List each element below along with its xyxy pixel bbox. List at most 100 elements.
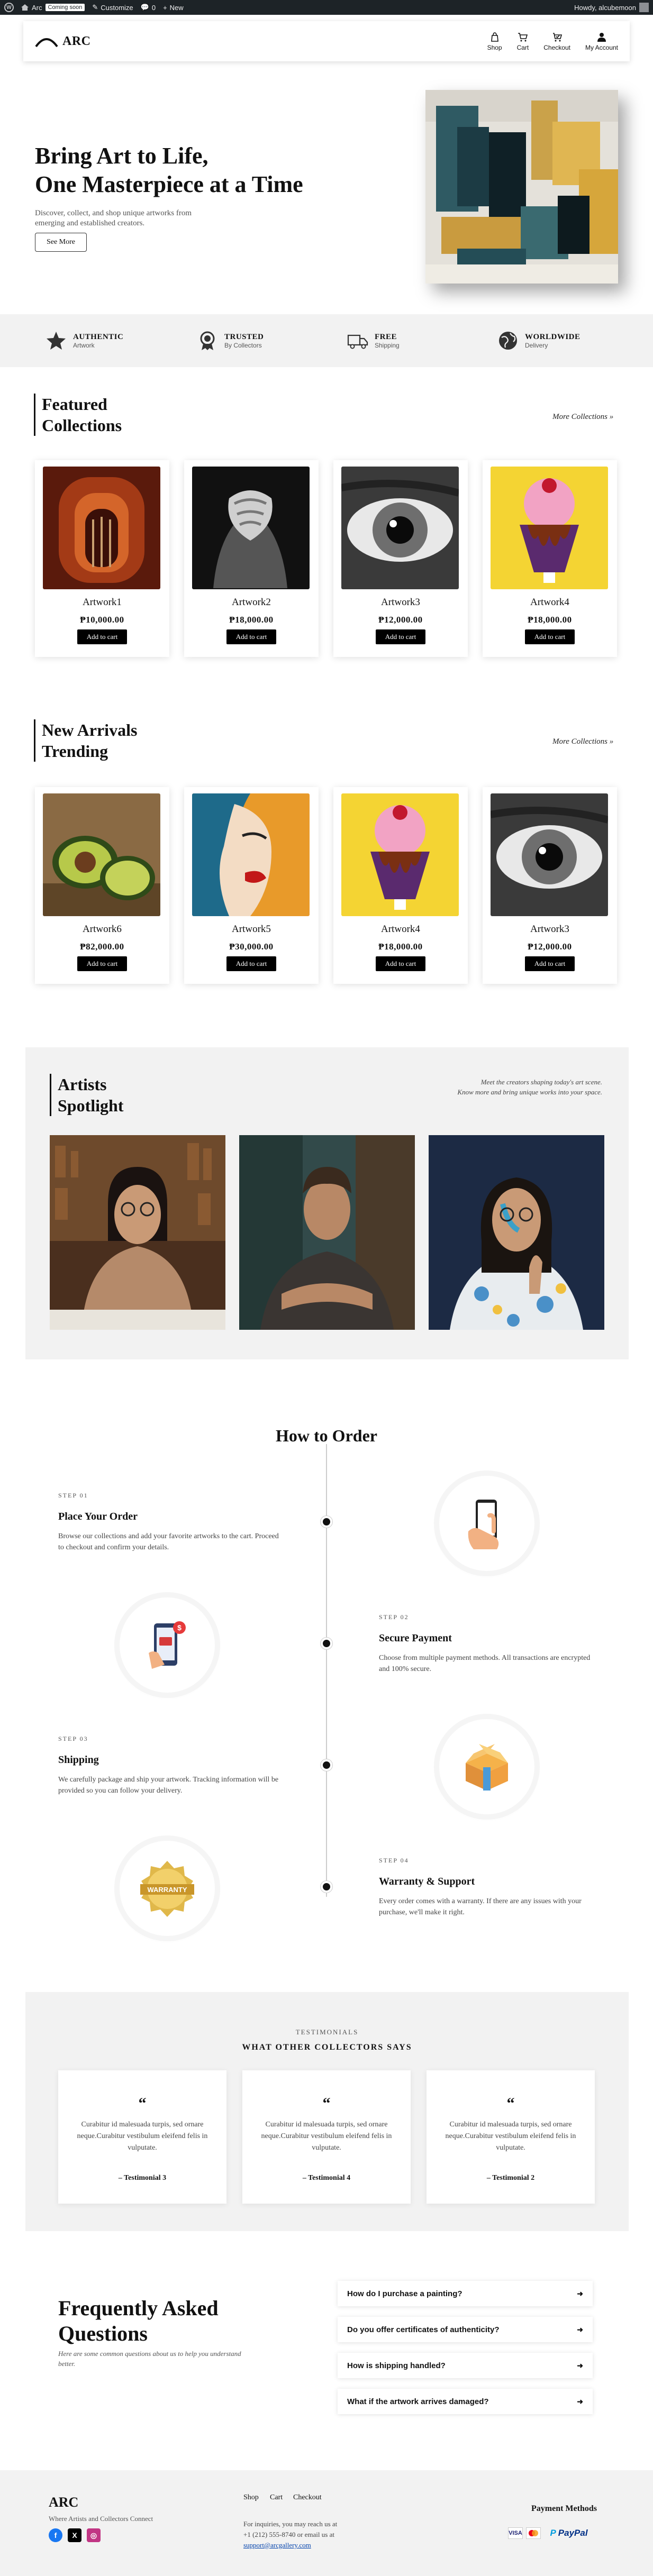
product-name[interactable]: Artwork2 [184, 597, 319, 608]
feature-subtitle: Shipping [375, 341, 400, 349]
faq-item[interactable]: Do you offer certificates of authenticit… [338, 2317, 593, 2342]
add-to-cart-button[interactable]: Add to cart [226, 956, 276, 971]
instagram-icon[interactable]: ◎ [87, 2528, 101, 2542]
product-price: ₱18,000.00 [528, 615, 572, 625]
product-card[interactable]: Artwork4 ₱18,000.00 Add to cart [483, 460, 617, 657]
product-card[interactable]: Artwork6 ₱82,000.00 Add to cart [35, 787, 169, 984]
feature-trusted: TRUSTED By Collectors [197, 330, 264, 351]
product-name[interactable]: Artwork3 [483, 924, 617, 935]
facebook-icon[interactable]: f [49, 2528, 62, 2542]
x-twitter-icon[interactable]: X [68, 2528, 81, 2542]
admin-bar: W Arc Coming soon ✎ Customize 💬 0 + New … [0, 0, 653, 15]
coming-soon-badge: Coming soon [45, 4, 85, 11]
admin-customize-link[interactable]: ✎ Customize [92, 3, 133, 12]
product-name[interactable]: Artwork1 [35, 597, 169, 608]
see-more-button[interactable]: See More [35, 233, 87, 252]
admin-avatar[interactable] [639, 3, 649, 12]
product-image[interactable] [491, 467, 608, 589]
product-card[interactable]: Artwork1 ₱10,000.00 Add to cart [35, 460, 169, 657]
admin-new-link[interactable]: + New [163, 4, 184, 12]
product-image[interactable] [341, 467, 459, 589]
timeline-dot [321, 1759, 332, 1771]
artist-photo[interactable] [429, 1135, 604, 1330]
step-title: Shipping [58, 1754, 99, 1766]
timeline-dot [321, 1638, 332, 1649]
quote-icon: “ [322, 2095, 331, 2112]
plus-icon: + [163, 3, 167, 12]
admin-site-link[interactable]: Arc Coming soon [21, 4, 85, 12]
feature-title: AUTHENTIC [73, 332, 124, 341]
add-to-cart-button[interactable]: Add to cart [376, 956, 425, 971]
hero-title: Bring Art to Life, One Masterpiece at a … [35, 142, 331, 199]
howdy-text[interactable]: Howdy, alcubemoon [574, 4, 636, 12]
product-image[interactable] [192, 793, 310, 916]
hero-description: Discover, collect, and shop unique artwo… [35, 209, 192, 227]
step-title: Secure Payment [379, 1632, 452, 1644]
artist-photo[interactable] [50, 1135, 225, 1330]
product-name[interactable]: Artwork6 [35, 924, 169, 935]
product-card[interactable]: Artwork3 ₱12,000.00 Add to cart [483, 787, 617, 984]
add-to-cart-button[interactable]: Add to cart [77, 629, 127, 644]
product-image[interactable] [192, 467, 310, 589]
product-name[interactable]: Artwork5 [184, 924, 319, 935]
faq-item[interactable]: What if the artwork arrives damaged? ➜ [338, 2389, 593, 2414]
add-to-cart-button[interactable]: Add to cart [226, 629, 276, 644]
artists-heading: Artists Spotlight [50, 1074, 123, 1116]
product-name[interactable]: Artwork3 [333, 597, 468, 608]
product-image[interactable] [43, 793, 160, 916]
faq-item[interactable]: How is shipping handled? ➜ [338, 2353, 593, 2378]
nav-checkout-label: Checkout [543, 43, 570, 51]
product-image[interactable] [491, 793, 608, 916]
product-name[interactable]: Artwork4 [333, 924, 468, 935]
wordpress-icon[interactable]: W [4, 3, 14, 12]
quote-icon: “ [506, 2095, 515, 2112]
contact-email-link[interactable]: support@arcgallery.com [243, 2540, 381, 2551]
nav-account[interactable]: My Account [585, 32, 618, 51]
star-icon [47, 332, 66, 350]
product-card[interactable]: Artwork3 ₱12,000.00 Add to cart [333, 460, 468, 657]
artist-photo[interactable] [239, 1135, 415, 1330]
features-strip: AUTHENTIC Artwork TRUSTED By Collectors FR… [0, 314, 653, 367]
nav-shop[interactable]: Shop [487, 32, 502, 51]
footer-contact: For inquiries, you may reach us at +1 (2… [243, 2519, 381, 2551]
step-description: Browse our collections and add your favo… [58, 1532, 279, 1551]
add-to-cart-button[interactable]: Add to cart [376, 629, 425, 644]
nav-cart[interactable]: Cart [517, 32, 529, 51]
featured-more-link[interactable]: More Collections » [552, 413, 613, 422]
warranty-badge-text: WARRANTY [147, 1886, 187, 1894]
product-image[interactable] [43, 467, 160, 589]
arrivals-heading: New Arrivals Trending [34, 719, 137, 762]
paypal-label: PayPal [558, 2528, 588, 2538]
product-price: ₱12,000.00 [378, 615, 423, 625]
product-card[interactable]: Artwork2 ₱18,000.00 Add to cart [184, 460, 319, 657]
shop-icon [491, 32, 498, 42]
brush-icon: ✎ [92, 3, 98, 11]
step-label: STEP 01 [58, 1492, 88, 1499]
footer-link-checkout[interactable]: Checkout [293, 2493, 322, 2502]
product-card[interactable]: Artwork4 ₱18,000.00 Add to cart [333, 787, 468, 984]
site-logo[interactable]: ARC [35, 34, 91, 49]
nav-checkout[interactable]: Checkout [543, 32, 570, 51]
product-name[interactable]: Artwork4 [483, 597, 617, 608]
faq-item[interactable]: How do I purchase a painting? ➜ [338, 2281, 593, 2306]
product-card[interactable]: Artwork5 ₱30,000.00 Add to cart [184, 787, 319, 984]
footer-link-shop[interactable]: Shop [243, 2493, 259, 2502]
footer-tagline: Where Artists and Collectors Connect [49, 2515, 153, 2523]
footer-brand[interactable]: ARC [49, 2495, 78, 2510]
add-to-cart-button[interactable]: Add to cart [77, 956, 127, 971]
product-price: ₱18,000.00 [229, 615, 274, 625]
add-to-cart-button[interactable]: Add to cart [525, 629, 575, 644]
globe-icon [499, 332, 517, 350]
feature-authentic: AUTHENTIC Artwork [46, 330, 123, 351]
testimonial-card: “ Curabitur id malesuada turpis, sed orn… [427, 2070, 595, 2204]
footer-link-cart[interactable]: Cart [270, 2493, 283, 2502]
add-to-cart-button[interactable]: Add to cart [525, 956, 575, 971]
arrivals-more-link[interactable]: More Collections » [552, 737, 613, 746]
testimonial-text: Curabitur id malesuada turpis, sed ornar… [261, 2121, 392, 2152]
admin-comments-link[interactable]: 💬 0 [141, 3, 156, 12]
product-image[interactable] [341, 793, 459, 916]
mastercard-icon [526, 2527, 541, 2539]
arc-logo-icon [35, 38, 58, 48]
payment-phone-icon: $ [149, 1621, 186, 1669]
step-title: Place Your Order [58, 1511, 138, 1522]
